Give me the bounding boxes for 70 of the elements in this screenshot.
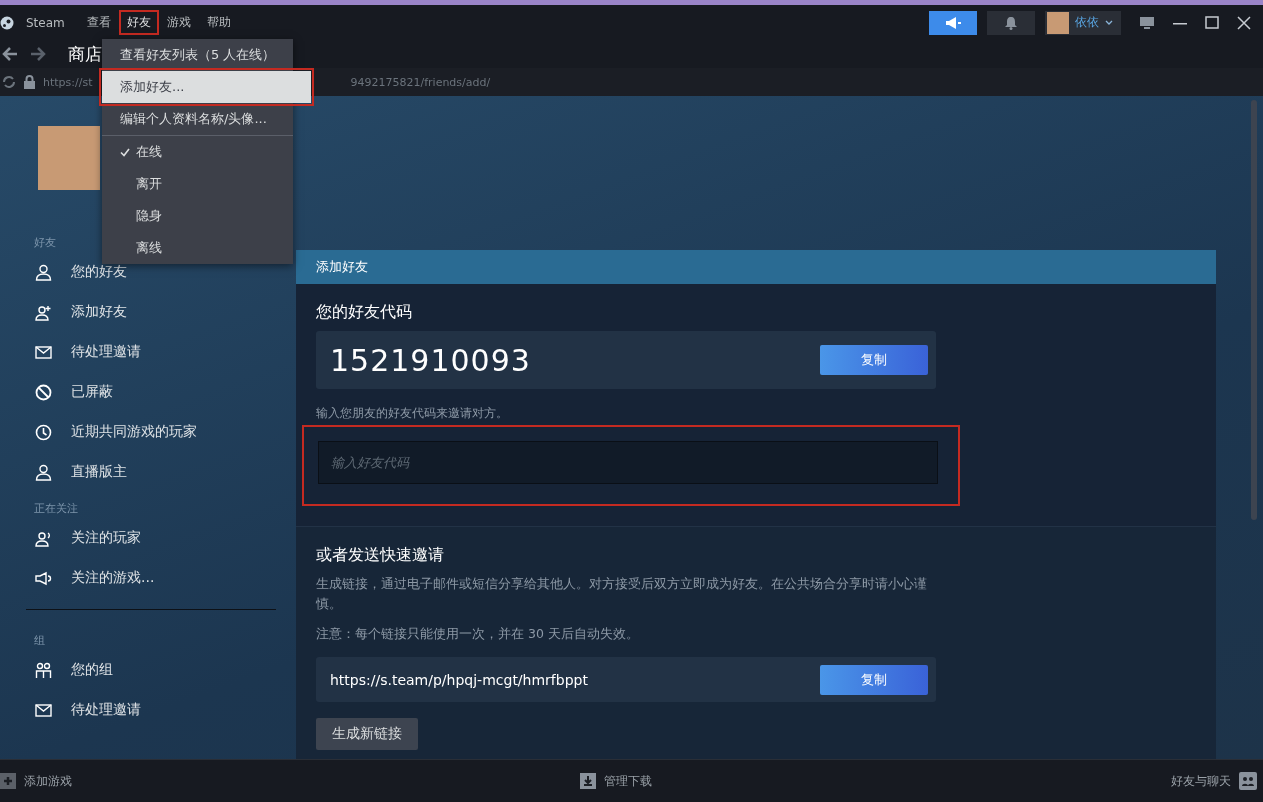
menu-item[interactable]: 游戏 xyxy=(158,10,199,35)
copy-button[interactable]: 复制 xyxy=(820,664,928,695)
section-title: 组 xyxy=(34,633,45,649)
bell-icon xyxy=(1005,15,1017,30)
sidebar-item[interactable]: 您的组 xyxy=(0,650,296,690)
menu-item[interactable]: 好友 xyxy=(118,10,159,35)
menu-item[interactable]: 帮助 xyxy=(198,10,239,35)
status-menu-item[interactable]: 离线 xyxy=(102,232,293,264)
scrollbar-thumb[interactable] xyxy=(1251,100,1257,520)
section-title: 正在关注 xyxy=(34,501,78,517)
input-hint: 输入您朋友的好友代码来邀请对方。 xyxy=(316,405,509,422)
section-heading: 或者发送快速邀请 xyxy=(316,545,445,566)
sidebar-item[interactable]: 添加好友 xyxy=(0,292,296,332)
person-icon xyxy=(35,463,52,481)
back-arrow-icon[interactable] xyxy=(2,47,18,61)
reload-icon[interactable] xyxy=(2,75,16,89)
lock-icon xyxy=(24,75,35,89)
generate-link-button[interactable]: 生成新链接 xyxy=(316,718,418,750)
account-button[interactable]: 依依 xyxy=(1045,10,1121,35)
sidebar-item[interactable]: 关注的游戏... xyxy=(0,558,296,598)
copy-button[interactable]: 复制 xyxy=(820,345,928,375)
status-menu-item[interactable]: 在线 xyxy=(102,136,293,168)
sidebar-item[interactable]: 关注的玩家 xyxy=(0,518,296,558)
friend-code: 1521910093 xyxy=(330,342,531,378)
sidebar-item[interactable]: 待处理邀请 xyxy=(0,332,296,372)
section-heading: 您的好友代码 xyxy=(316,302,413,323)
plus-icon[interactable] xyxy=(0,773,16,789)
panel-header: 添加好友 xyxy=(296,250,1216,284)
megaphone-icon xyxy=(944,15,962,30)
url-text: 9492175821/friends/add/ xyxy=(350,75,491,89)
sidebar-item[interactable]: 近期共同游戏的玩家 xyxy=(0,412,296,452)
avatar-placeholder xyxy=(1047,11,1069,34)
manage-downloads-link[interactable]: 管理下载 xyxy=(604,772,652,790)
status-menu-item[interactable]: 离开 xyxy=(102,168,293,200)
chevron-down-icon xyxy=(1105,20,1113,25)
download-icon[interactable] xyxy=(580,773,596,789)
menu-item[interactable]: Steam xyxy=(18,11,73,34)
status-menu-item[interactable]: 隐身 xyxy=(102,200,293,232)
prohibited-icon xyxy=(35,383,52,401)
menu-item[interactable]: 编辑个人资料名称/头像... xyxy=(102,103,293,135)
forward-arrow-icon[interactable] xyxy=(30,47,46,61)
profile-avatar-placeholder xyxy=(38,126,100,190)
notifications-button[interactable] xyxy=(987,10,1035,35)
sidebar-item[interactable]: 直播版主 xyxy=(0,452,296,492)
monitor-icon[interactable] xyxy=(1139,15,1155,30)
friends-chat-link[interactable]: 好友与聊天 xyxy=(1171,772,1231,790)
people-icon[interactable] xyxy=(1239,772,1257,790)
invite-description: 生成链接，通过电子邮件或短信分享给其他人。对方接受后双方立即成为好友。在公共场合分享时请小心谨慎。 xyxy=(316,575,928,613)
sidebar-item[interactable]: 已屏蔽 xyxy=(0,372,296,412)
add-game-link[interactable]: 添加游戏 xyxy=(24,772,72,790)
envelope-icon xyxy=(35,701,52,719)
people-icon xyxy=(35,661,52,679)
sidebar-item[interactable]: 待处理邀请 xyxy=(0,690,296,730)
menu-item[interactable]: 添加好友... xyxy=(102,71,311,103)
maximize-icon[interactable] xyxy=(1205,15,1219,30)
clock-icon xyxy=(35,423,52,441)
envelope-icon xyxy=(35,343,52,361)
section-title: 好友 xyxy=(34,235,56,251)
friend-code-input[interactable]: 输入好友代码 xyxy=(318,441,938,484)
menu-item[interactable]: 查看好友列表（5 人在线） xyxy=(102,39,293,71)
menu-item[interactable]: 查看 xyxy=(78,10,119,35)
announcement-button[interactable] xyxy=(929,10,977,35)
url-text: https://st xyxy=(43,75,93,89)
page-title: 商店 xyxy=(68,42,102,66)
megaphone-icon xyxy=(35,569,52,587)
person-follow-icon xyxy=(35,529,52,547)
person-icon xyxy=(35,263,52,281)
invite-note: 注意：每个链接只能使用一次，并在 30 天后自动失效。 xyxy=(316,626,640,643)
close-icon[interactable] xyxy=(1237,15,1251,30)
person-plus-icon xyxy=(35,303,52,321)
